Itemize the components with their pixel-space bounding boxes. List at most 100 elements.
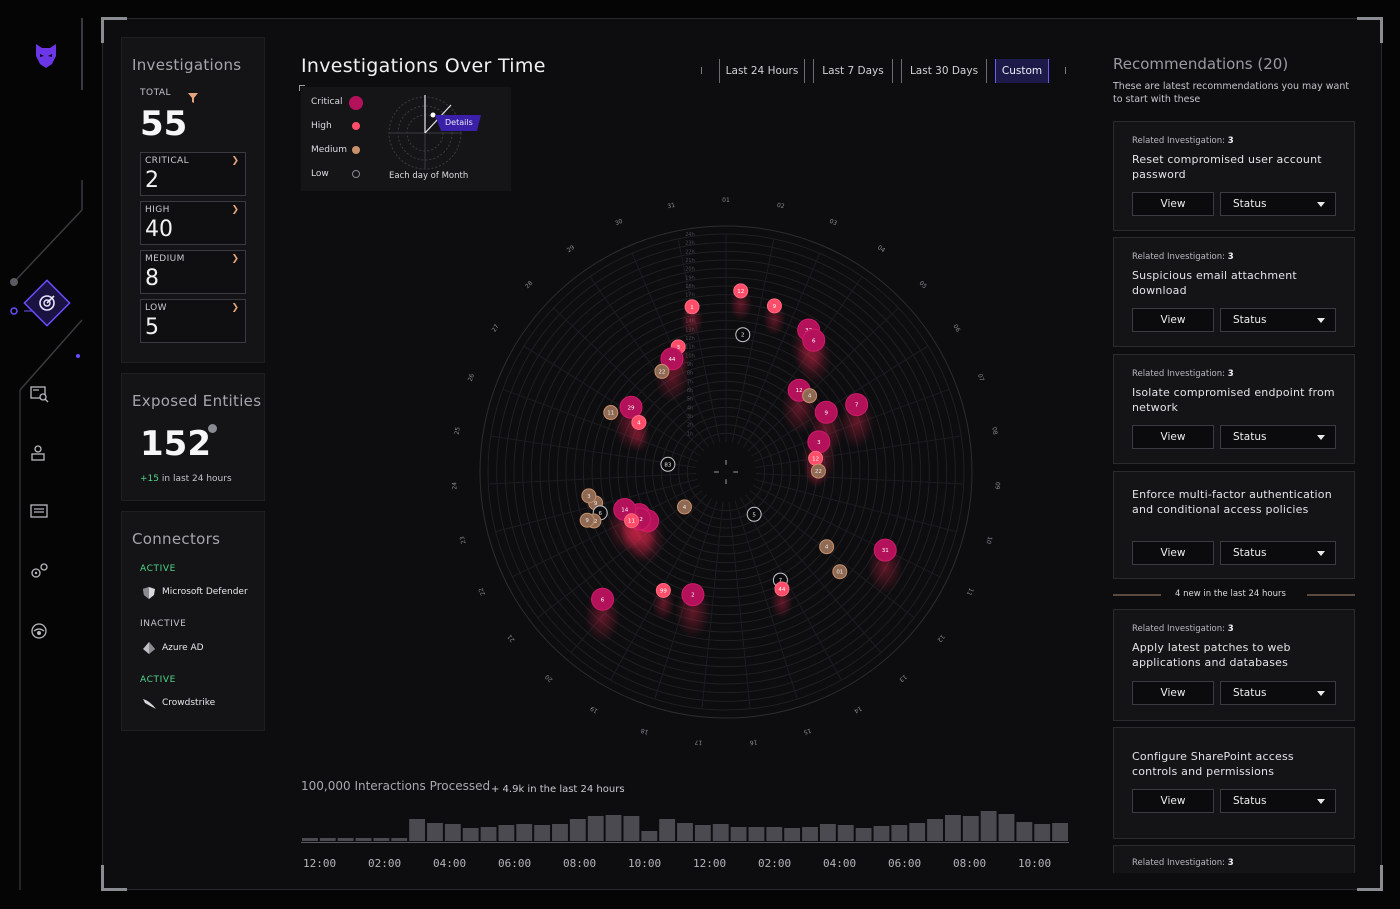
day-tick-label: 22	[477, 586, 487, 596]
day-tick-label: 27	[491, 323, 501, 333]
status-dropdown[interactable]: Status	[1220, 192, 1336, 216]
range-last-24-hours[interactable]: Last 24 Hours	[719, 59, 805, 83]
data-point-label: 4	[637, 420, 641, 426]
day-tick-label: 14	[853, 704, 863, 714]
view-button[interactable]: View	[1132, 789, 1214, 813]
info-icon[interactable]	[208, 424, 217, 433]
time-label: 10:00	[628, 857, 662, 870]
exposed-entities-delta: +15 in last 24 hours	[140, 474, 232, 484]
interaction-bar	[605, 815, 622, 841]
day-tick-label: 12	[935, 633, 945, 643]
hour-tick-label: 18h	[685, 284, 695, 290]
logo-icon[interactable]	[30, 38, 62, 70]
view-button[interactable]: View	[1132, 425, 1214, 449]
filter-icon[interactable]	[188, 88, 198, 107]
chart-title: Investigations Over Time	[301, 55, 546, 77]
day-tick-label: 04	[876, 244, 886, 254]
range-last-30-days[interactable]: Last 30 Days	[901, 59, 987, 83]
user-icon[interactable]	[30, 444, 62, 476]
radial-grid-ring	[686, 432, 766, 512]
frame-corner	[101, 865, 127, 891]
interaction-bar	[766, 827, 783, 841]
range-separator	[701, 67, 702, 74]
hour-tick-label: 19h	[685, 275, 695, 281]
severity-value: 8	[145, 266, 159, 291]
data-point-label: 4	[683, 505, 687, 511]
hour-tick-label: 3h	[687, 414, 693, 420]
delta-text: in last 24 hours	[161, 474, 232, 484]
investigations-icon[interactable]	[18, 274, 76, 332]
connector-name[interactable]: Microsoft Defender	[162, 587, 248, 597]
interaction-bar	[587, 816, 604, 841]
falcon-icon	[142, 696, 156, 710]
divider-line	[1307, 594, 1355, 596]
range-last-7-days[interactable]: Last 7 Days	[813, 59, 893, 83]
support-icon[interactable]	[30, 622, 62, 654]
severity-high[interactable]: HIGH ❯ 40	[140, 201, 246, 245]
investigations-card: Investigations TOTAL 55 CRITICAL ❯ 2 HIG…	[121, 37, 265, 363]
list-icon[interactable]	[30, 504, 62, 536]
status-dropdown[interactable]: Status	[1220, 681, 1336, 705]
interaction-bar	[516, 824, 533, 841]
status-dropdown[interactable]: Status	[1220, 308, 1336, 332]
status-dropdown[interactable]: Status	[1220, 789, 1336, 813]
severity-critical[interactable]: CRITICAL ❯ 2	[140, 152, 246, 196]
interaction-bar	[659, 819, 676, 841]
range-custom[interactable]: Custom	[995, 59, 1049, 83]
data-point-label: 5	[752, 512, 756, 518]
interaction-bar	[302, 838, 318, 841]
chart-legend: Critical High Medium Low Details Each da…	[299, 85, 511, 191]
hour-tick-label: 24h	[685, 232, 695, 238]
day-tick-label: 29	[566, 244, 576, 254]
interaction-bar	[373, 838, 390, 841]
day-tick-label: 06	[951, 323, 961, 333]
connector-name[interactable]: Crowdstrike	[162, 698, 215, 708]
status-dropdown[interactable]: Status	[1220, 541, 1336, 565]
interaction-bar	[355, 838, 372, 841]
interaction-bar	[391, 838, 408, 841]
details-label[interactable]: Details	[445, 118, 473, 127]
recommendation-card: Related Investigation: 3	[1113, 845, 1355, 873]
recommendation-text: Isolate compromised endpoint from networ…	[1132, 386, 1335, 414]
recommendation-card: Related Investigation: 3 Suspicious emai…	[1113, 237, 1355, 347]
interaction-bar	[927, 819, 943, 841]
data-point-label: 2	[691, 593, 695, 599]
recommendation-text: Enforce multi-factor authentication and …	[1132, 488, 1332, 516]
hour-tick-label: 1h	[687, 431, 693, 437]
view-button[interactable]: View	[1132, 681, 1214, 705]
severity-medium[interactable]: MEDIUM ❯ 8	[140, 250, 246, 294]
view-button[interactable]: View	[1132, 308, 1214, 332]
day-tick-label: 03	[828, 218, 838, 228]
hour-tick-label: 20h	[685, 267, 695, 273]
day-tick-label: 13	[898, 673, 908, 683]
interaction-bar	[480, 827, 497, 841]
shield-icon	[142, 585, 156, 599]
view-button[interactable]: View	[1132, 541, 1214, 565]
search-list-icon[interactable]	[30, 385, 62, 417]
time-label: 02:00	[368, 857, 402, 870]
settings-icon[interactable]	[30, 562, 62, 594]
data-point-label: 3	[587, 494, 591, 500]
status-label: Status	[1233, 314, 1267, 326]
data-point-label: 99	[660, 588, 667, 594]
caret-down-icon	[1317, 691, 1325, 696]
status-dropdown[interactable]: Status	[1220, 425, 1336, 449]
legend-dot-low	[352, 170, 360, 178]
data-point-label: 22	[658, 369, 665, 375]
recommendations-subtitle: These are latest recommendations you may…	[1113, 81, 1350, 105]
interactions-delta: + 4.9k in the last 24 hours	[491, 784, 625, 795]
connector-name[interactable]: Azure AD	[162, 643, 204, 653]
day-tick-label: 08	[990, 427, 998, 436]
interaction-bar	[998, 814, 1015, 841]
range-separator	[1065, 67, 1066, 74]
view-button[interactable]: View	[1132, 192, 1214, 216]
day-tick-label: 23	[459, 535, 468, 544]
severity-low[interactable]: LOW ❯ 5	[140, 299, 246, 343]
total-label: TOTAL	[140, 88, 172, 98]
interaction-bar	[623, 816, 640, 841]
interaction-bar	[498, 825, 515, 841]
interaction-bar	[944, 815, 961, 841]
legend-label-critical: Critical	[311, 97, 343, 107]
day-tick-label: 09	[993, 482, 1000, 490]
legend-label-high: High	[311, 121, 332, 131]
